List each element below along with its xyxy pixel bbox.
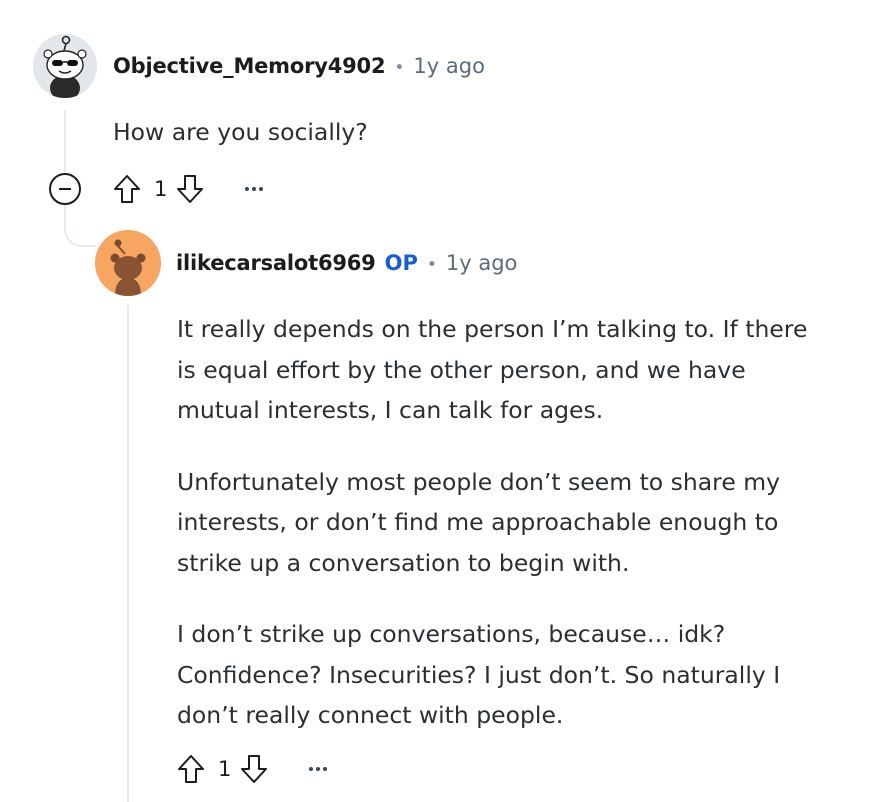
comment-thread: Objective_Memory4902 • 1y ago How are yo… [0,0,880,802]
reply-actions: 1 [176,754,328,784]
downvote-button[interactable] [175,174,205,204]
upvote-arrow-icon [114,175,140,203]
ellipsis-icon [309,767,314,771]
reply-thread-line[interactable] [127,305,129,802]
snoo-sunglasses-avatar-icon [33,34,97,98]
snoo-orange-avatar-icon [95,230,161,296]
meta-separator: • [426,255,437,275]
comment-actions: 1 [49,173,264,205]
comment-author[interactable]: Objective_Memory4902 [113,54,386,78]
meta-separator: • [394,58,405,78]
reply-avatar[interactable] [95,230,161,296]
reply-paragraph: Unfortunately most people don’t seem to … [177,467,781,577]
more-options-button[interactable] [245,187,264,191]
ellipsis-icon [245,187,250,191]
reply-paragraph: I don’t strike up conversations, because… [177,620,781,729]
reply-body: It really depends on the person I’m talk… [177,309,817,767]
op-badge: OP [384,251,418,275]
reply-timestamp[interactable]: 1y ago [446,251,518,275]
downvote-button[interactable] [239,754,269,784]
downvote-arrow-icon [177,175,204,203]
reply-meta: ilikecarsalot6969 OP • 1y ago [176,251,517,275]
downvote-arrow-icon [241,755,268,783]
upvote-button[interactable] [112,174,142,204]
reply-author[interactable]: ilikecarsalot6969 [176,251,376,275]
vote-score: 1 [218,757,232,781]
avatar[interactable] [33,34,97,98]
thread-branch-line[interactable] [64,205,96,247]
comment-body: How are you socially? [113,118,368,146]
comment-meta: Objective_Memory4902 • 1y ago [113,54,485,78]
upvote-button[interactable] [176,754,206,784]
comment-timestamp[interactable]: 1y ago [413,54,485,78]
more-options-button[interactable] [309,767,328,771]
collapse-thread-button[interactable] [49,173,81,205]
thread-line[interactable] [64,110,66,172]
upvote-arrow-icon [178,755,204,783]
reply-paragraph: It really depends on the person I’m talk… [177,315,808,424]
minus-icon [59,188,71,190]
vote-score: 1 [154,177,168,201]
